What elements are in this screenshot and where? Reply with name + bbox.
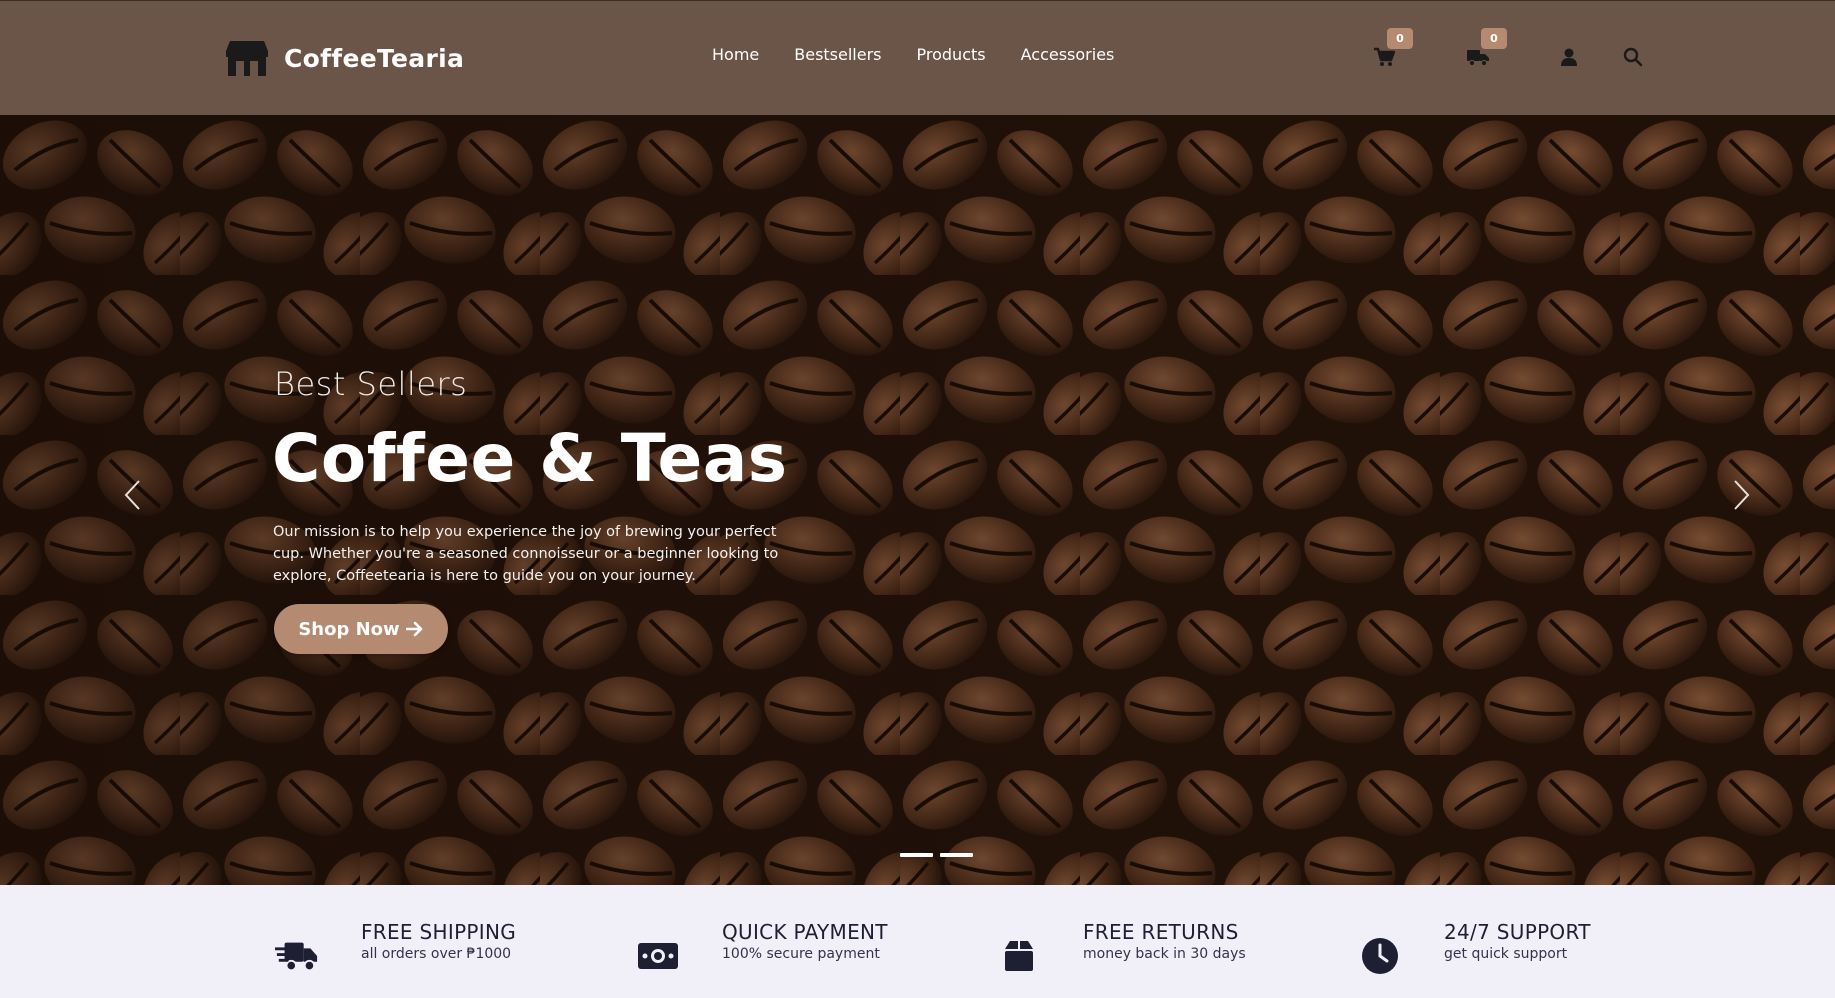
truck-icon bbox=[1467, 50, 1489, 67]
main-nav: Home Bestsellers Products Accessories bbox=[712, 45, 1114, 64]
cart-count-badge: 0 bbox=[1387, 28, 1413, 49]
feature-title: QUICK PAYMENT bbox=[722, 920, 888, 944]
box-icon bbox=[997, 936, 1041, 976]
money-bill-icon bbox=[636, 936, 680, 976]
shop-now-label: Shop Now bbox=[298, 618, 400, 640]
clock-icon bbox=[1358, 936, 1402, 976]
carousel-indicators bbox=[900, 853, 973, 857]
feature-title: FREE RETURNS bbox=[1083, 920, 1239, 944]
site-header: CoffeeTearia Home Bestsellers Products A… bbox=[0, 0, 1835, 115]
orders-button[interactable]: 0 bbox=[1465, 28, 1507, 69]
orders-count-badge: 0 bbox=[1481, 28, 1507, 49]
hero-description: Our mission is to help you experience th… bbox=[273, 524, 779, 584]
feature-support: 24/7 SUPPORT get quick support bbox=[1358, 920, 1590, 976]
cart-icon bbox=[1374, 47, 1395, 66]
hero-carousel: Best Sellers Coffee & Teas Our mission i… bbox=[0, 115, 1835, 885]
user-icon bbox=[1561, 48, 1577, 66]
hero-title: Coffee & Teas bbox=[272, 420, 788, 497]
carousel-prev-button[interactable] bbox=[114, 477, 150, 513]
shop-now-button[interactable]: Shop Now bbox=[274, 604, 448, 654]
feature-desc: money back in 30 days bbox=[1083, 946, 1246, 962]
feature-free-shipping: FREE SHIPPING all orders over ₱1000 bbox=[275, 920, 516, 976]
store-icon bbox=[226, 41, 268, 76]
nav-bestsellers[interactable]: Bestsellers bbox=[794, 45, 881, 64]
brand-name: CoffeeTearia bbox=[284, 43, 465, 73]
feature-desc: get quick support bbox=[1444, 946, 1568, 962]
hero-overlay bbox=[0, 115, 1835, 885]
chevron-right-icon bbox=[1734, 480, 1750, 510]
carousel-next-button[interactable] bbox=[1724, 477, 1760, 513]
nav-accessories[interactable]: Accessories bbox=[1021, 45, 1115, 64]
feature-free-returns: FREE RETURNS money back in 30 days bbox=[997, 920, 1246, 976]
feature-title: 24/7 SUPPORT bbox=[1444, 920, 1591, 944]
search-icon bbox=[1623, 47, 1643, 67]
carousel-indicator-1[interactable] bbox=[900, 853, 933, 857]
carousel-indicator-2[interactable] bbox=[940, 853, 973, 857]
nav-home[interactable]: Home bbox=[712, 45, 759, 64]
feature-desc: 100% secure payment bbox=[722, 946, 880, 962]
features-bar: FREE SHIPPING all orders over ₱1000 QUIC… bbox=[0, 885, 1835, 998]
shipping-truck-icon bbox=[275, 936, 319, 976]
brand[interactable]: CoffeeTearia bbox=[224, 39, 464, 77]
feature-title: FREE SHIPPING bbox=[361, 920, 517, 944]
nav-products[interactable]: Products bbox=[917, 45, 986, 64]
feature-quick-payment: QUICK PAYMENT 100% secure payment bbox=[636, 920, 888, 976]
cart-button[interactable]: 0 bbox=[1371, 28, 1413, 69]
account-button[interactable] bbox=[1556, 45, 1582, 69]
arrow-right-icon bbox=[405, 621, 422, 637]
chevron-left-icon bbox=[124, 480, 140, 510]
search-button[interactable] bbox=[1620, 45, 1646, 69]
hero-subtitle: Best Sellers bbox=[274, 365, 468, 403]
feature-desc: all orders over ₱1000 bbox=[361, 946, 512, 962]
